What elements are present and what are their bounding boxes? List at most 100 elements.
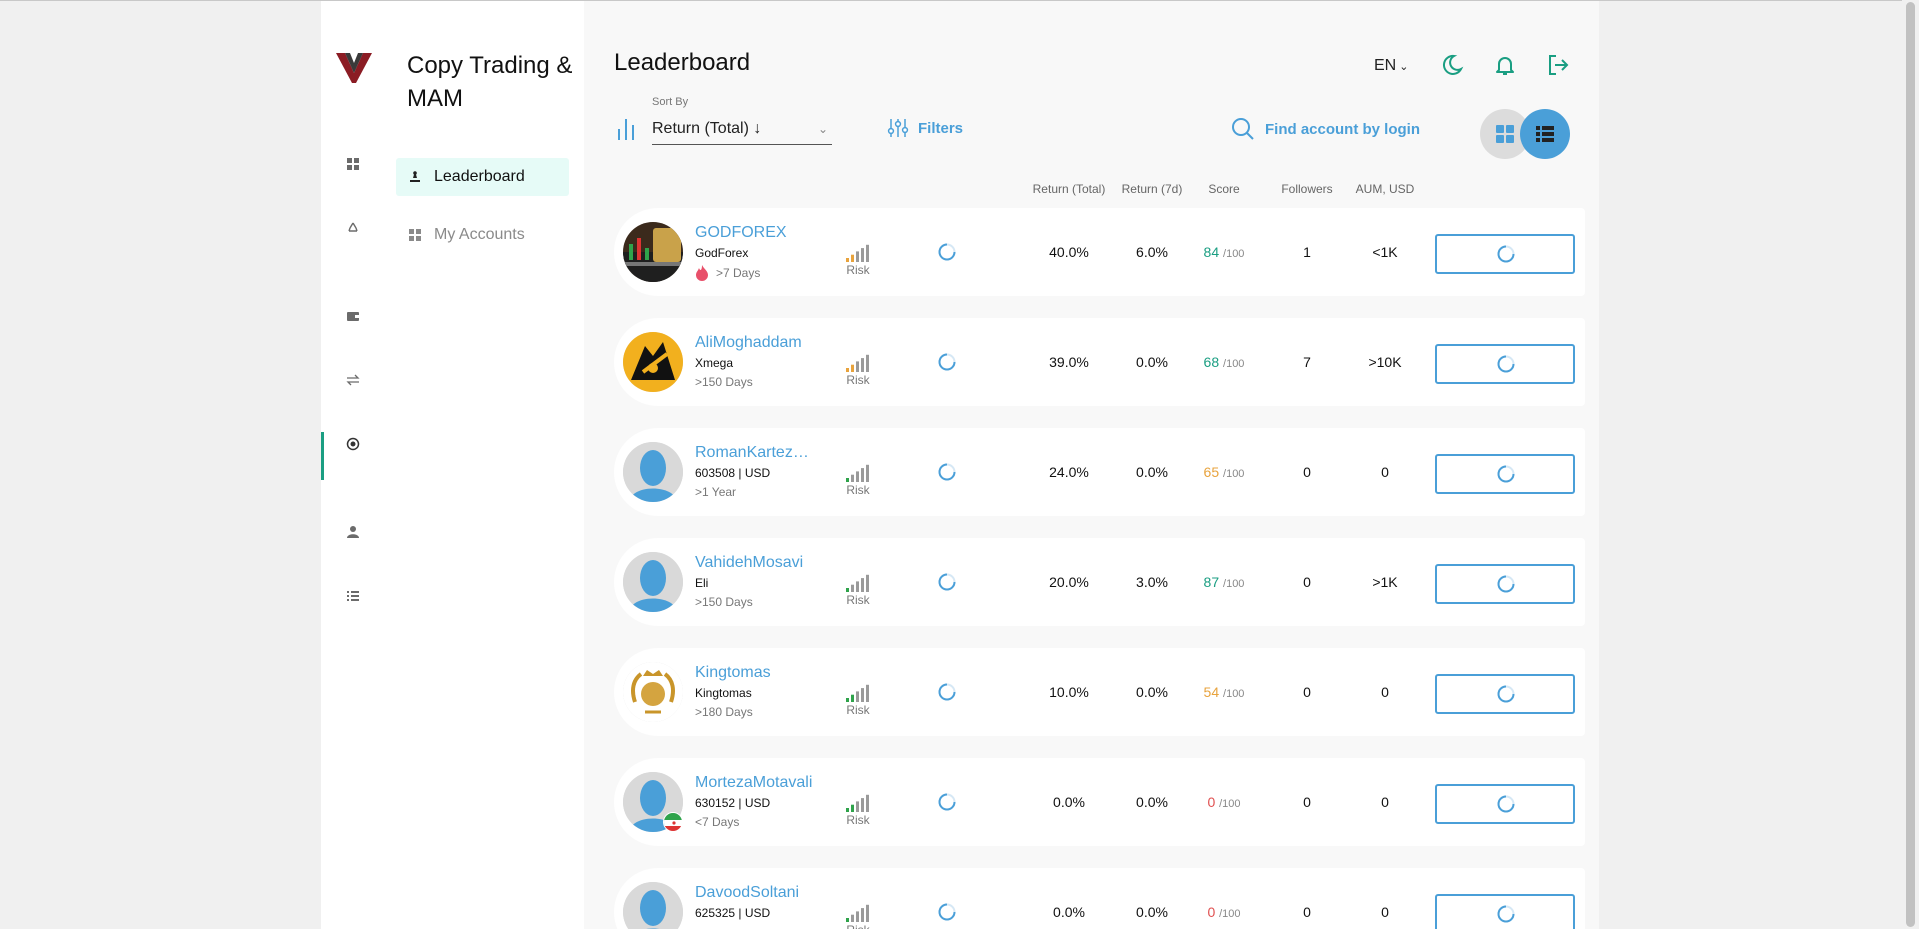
sort-select[interactable]: Return (Total) ↓ ⌄	[652, 113, 832, 145]
loading-spinner-icon	[937, 682, 957, 702]
search-icon	[1232, 118, 1254, 140]
scrollbar[interactable]	[1902, 0, 1919, 929]
risk-label: Risk	[846, 593, 870, 607]
nav-item-label: My Accounts	[434, 226, 525, 243]
section-sidebar: Copy Trading & MAM Leaderboard My Accoun…	[385, 1, 584, 929]
wallet-icon[interactable]	[343, 306, 363, 326]
score: 0 /100	[1194, 904, 1254, 920]
copy-button[interactable]	[1435, 784, 1575, 824]
chevron-down-icon: ⌄	[817, 121, 828, 136]
copy-button[interactable]	[1435, 894, 1575, 929]
brand-logo[interactable]	[336, 51, 372, 83]
trader-account: Xmega	[695, 356, 734, 370]
score: 54 /100	[1194, 684, 1254, 700]
bell-icon[interactable]	[1492, 52, 1518, 78]
return-7d: 0.0%	[1136, 464, 1168, 480]
trader-name-link[interactable]: GODFOREX	[695, 224, 817, 242]
trader-account: 625325 | USD	[695, 906, 771, 920]
trader-age: >150 Days	[695, 595, 753, 609]
active-indicator	[321, 432, 324, 480]
return-7d: 0.0%	[1136, 904, 1168, 920]
loading-spinner-icon	[937, 462, 957, 482]
leaderboard-row[interactable]: AliMoghaddam Xmega >150 Days Risk 39.0% 0.0% 6…	[614, 318, 1585, 406]
recycle-icon[interactable]	[343, 218, 363, 238]
leaderboard-row[interactable]: MortezaMotavali 630152 | USD <7 Days Risk 0.…	[614, 758, 1585, 846]
trader-name-link[interactable]: AliMoghaddam	[695, 334, 817, 352]
column-header-followers[interactable]: Followers	[1272, 182, 1342, 196]
language-select[interactable]: EN ⌄	[1374, 51, 1408, 81]
filters-button[interactable]: Filters	[887, 117, 963, 139]
transfer-icon[interactable]	[343, 370, 363, 390]
column-header-score[interactable]: Score	[1196, 182, 1252, 196]
leaderboard-row[interactable]: VahidehMosavi Eli >150 Days Risk 20.0% 3.0% 87…	[614, 538, 1585, 626]
trader-avatar[interactable]	[623, 552, 683, 612]
score-value: 54	[1203, 684, 1220, 700]
leaderboard-row[interactable]: DavoodSoltani 625325 | USD Risk 0.0% 0.0% 0 /…	[614, 868, 1585, 929]
logout-icon[interactable]	[1545, 52, 1571, 78]
copy-trading-icon[interactable]	[343, 434, 363, 454]
find-account-search[interactable]: Find account by login	[1231, 117, 1420, 141]
return-7d: 3.0%	[1136, 574, 1168, 590]
trader-avatar[interactable]	[623, 442, 683, 502]
trader-age: >7 Days	[695, 265, 760, 281]
list-view-button[interactable]	[1520, 109, 1570, 159]
leaderboard-row[interactable]: RomanKartezhnikov 603508 | USD >1 Year Risk…	[614, 428, 1585, 516]
trader-name-link[interactable]: VahidehMosavi	[695, 554, 817, 572]
copy-button[interactable]	[1435, 234, 1575, 274]
moon-icon[interactable]	[1439, 52, 1465, 78]
followers-count: 7	[1303, 354, 1311, 370]
return-7d: 0.0%	[1136, 684, 1168, 700]
return-total: 39.0%	[1049, 354, 1089, 370]
grid-view-icon	[1496, 125, 1514, 143]
nav-item-my-accounts[interactable]: My Accounts	[396, 216, 569, 254]
nav-item-leaderboard[interactable]: Leaderboard	[396, 158, 569, 196]
leaderboard-row[interactable]: GODFOREX GodForex >7 Days Risk 40.0% 6.0% 84 /…	[614, 208, 1585, 296]
icon-rail	[321, 1, 385, 929]
followers-count: 0	[1303, 794, 1311, 810]
copy-button[interactable]	[1435, 454, 1575, 494]
list-view-icon	[1536, 126, 1554, 142]
column-header-return-7d[interactable]: Return (7d)	[1110, 182, 1194, 196]
sliders-icon	[887, 119, 909, 137]
scrollbar-thumb[interactable]	[1906, 2, 1915, 927]
column-header-return-total[interactable]: Return (Total)	[1024, 182, 1114, 196]
return-total: 10.0%	[1049, 684, 1089, 700]
trader-age-label: >7 Days	[716, 266, 761, 280]
trader-age-label: >1 Year	[695, 485, 737, 499]
column-header-aum[interactable]: AUM, USD	[1352, 182, 1418, 196]
trader-name-link[interactable]: DavoodSoltani	[695, 884, 817, 902]
score-value: 84	[1203, 244, 1220, 260]
list-icon[interactable]	[343, 586, 363, 606]
risk-bars-icon	[843, 574, 873, 592]
score-value: 0	[1207, 904, 1216, 920]
risk-bars-icon	[843, 464, 873, 482]
trader-avatar[interactable]	[623, 882, 683, 929]
trader-account: 630152 | USD	[695, 796, 771, 810]
bar-chart-icon	[618, 119, 634, 140]
trader-avatar[interactable]	[623, 222, 683, 282]
dashboard-icon[interactable]	[343, 154, 363, 174]
followers-count: 0	[1303, 904, 1311, 920]
loading-spinner-icon	[937, 902, 957, 922]
trader-name-link[interactable]: MortezaMotavali	[695, 774, 817, 792]
trader-name-link[interactable]: RomanKartezhnikov	[695, 444, 817, 462]
aum-value: <1K	[1372, 244, 1398, 260]
score-suffix: /100	[1223, 248, 1245, 260]
score: 87 /100	[1194, 574, 1254, 590]
score-value: 87	[1203, 574, 1220, 590]
trader-avatar[interactable]	[623, 662, 683, 722]
risk-meter: Risk	[843, 354, 873, 387]
copy-button[interactable]	[1435, 564, 1575, 604]
copy-button[interactable]	[1435, 674, 1575, 714]
user-icon[interactable]	[343, 522, 363, 542]
followers-count: 1	[1303, 244, 1311, 260]
aum-value: 0	[1381, 684, 1389, 700]
risk-meter: Risk	[843, 794, 873, 827]
risk-meter: Risk	[843, 684, 873, 717]
trader-account: GodForex	[695, 246, 749, 260]
copy-button[interactable]	[1435, 344, 1575, 384]
leaderboard-row[interactable]: Kingtomas Kingtomas >180 Days Risk 10.0% 0.0%…	[614, 648, 1585, 736]
score-suffix: /100	[1223, 688, 1245, 700]
trader-avatar[interactable]	[623, 332, 683, 392]
trader-name-link[interactable]: Kingtomas	[695, 664, 817, 682]
